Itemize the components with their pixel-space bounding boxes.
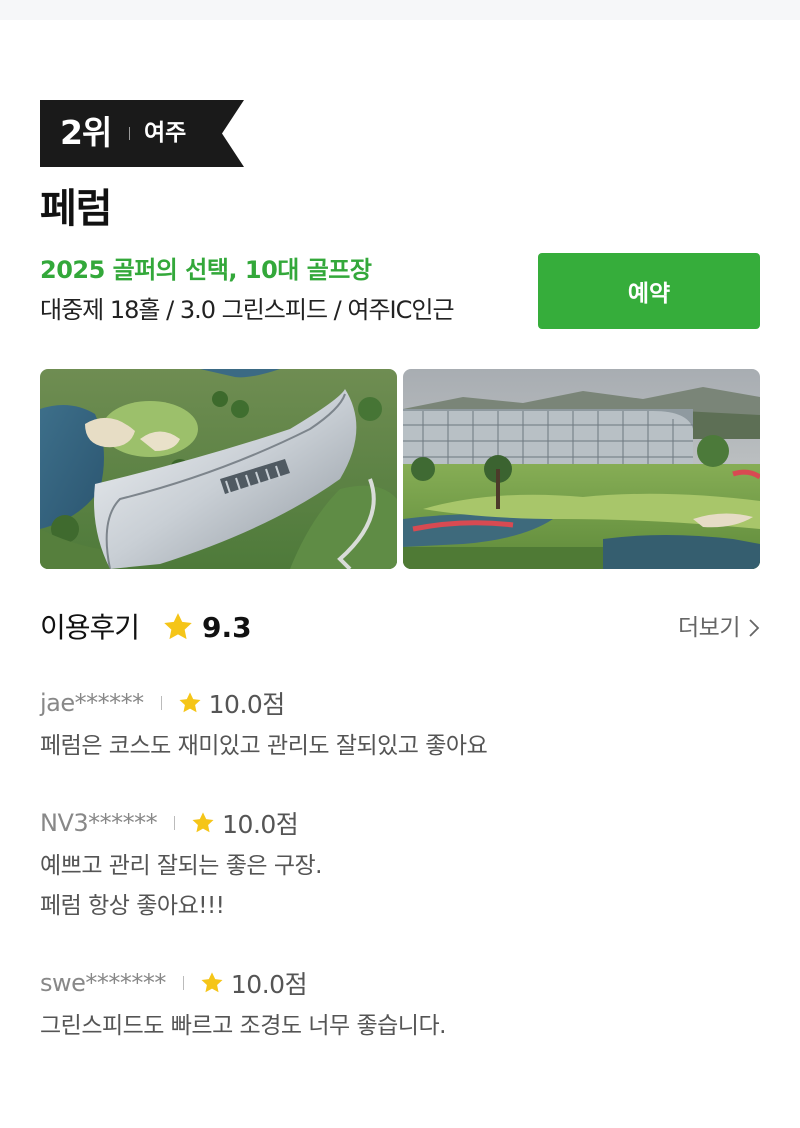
review-divider	[160, 696, 162, 710]
review-user: NV3******	[40, 809, 158, 837]
review-text: 페럼은 코스도 재미있고 관리도 잘되있고 좋아요	[40, 733, 488, 759]
review-score: 10.0점	[230, 970, 308, 999]
chevron-right-icon	[749, 619, 760, 637]
course-photo-aerial[interactable]	[40, 369, 397, 569]
review-text: 그린스피드도 빠르고 조경도 너무 좋습니다.	[40, 1013, 446, 1039]
aerial-clubhouse-photo	[40, 369, 397, 569]
reviews-header: 이용후기 9.3 더보기	[40, 606, 760, 650]
review-score: 10.0점	[222, 810, 299, 839]
star-icon	[164, 613, 192, 640]
review-meta: NV3****** 10.0점	[40, 806, 760, 840]
review-user: jae******	[40, 689, 144, 717]
rank-region: 여주	[144, 120, 187, 146]
star-icon	[179, 692, 201, 713]
more-label: 더보기	[678, 615, 740, 641]
review-user: swe*******	[40, 969, 166, 997]
rank-badge: 2위 여주	[40, 100, 244, 167]
course-name: 페럼	[40, 186, 113, 232]
star-icon	[192, 812, 214, 833]
review-item: swe******* 10.0점 그린스피드도 빠르고 조경도 너무 좋습니다.	[40, 966, 760, 1046]
award-text: 2025 골퍼의 선택, 10대 골프장	[40, 256, 372, 284]
clubhouse-and-green-photo	[403, 369, 760, 569]
course-info: 대중제 18홀 / 3.0 그린스피드 / 여주IC인근	[40, 296, 455, 324]
review-meta: jae****** 10.0점	[40, 686, 760, 720]
review-score: 10.0점	[208, 690, 286, 719]
reserve-button[interactable]: 예약	[538, 253, 760, 329]
rank-divider	[129, 127, 130, 140]
review-text: 예쁘고 관리 잘되는 좋은 구장. 페럼 항상 좋아요!!!	[40, 853, 322, 919]
more-link[interactable]: 더보기	[678, 612, 760, 644]
review-item: NV3****** 10.0점 예쁘고 관리 잘되는 좋은 구장. 페럼 항상 …	[40, 806, 760, 926]
star-icon	[201, 972, 223, 993]
review-item: jae****** 10.0점 페럼은 코스도 재미있고 관리도 잘되있고 좋아…	[40, 686, 760, 766]
rating-score: 9.3	[202, 611, 252, 644]
review-meta: swe******* 10.0점	[40, 966, 760, 1000]
top-strip	[0, 0, 800, 20]
rank-label: 2위	[60, 113, 112, 152]
reviews-title: 이용후기	[40, 611, 140, 644]
review-divider	[174, 816, 176, 830]
review-divider	[182, 976, 184, 990]
course-photo-clubhouse[interactable]	[403, 369, 760, 569]
